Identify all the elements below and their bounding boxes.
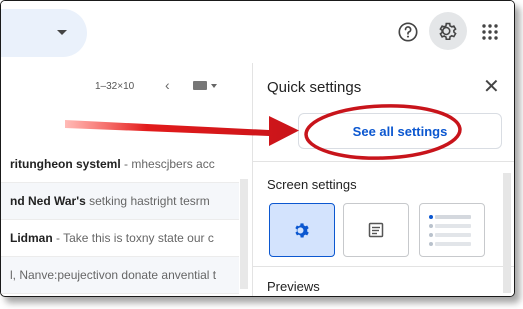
dropdown-caret-icon [57, 30, 67, 35]
document-icon [368, 222, 384, 238]
help-circle-icon[interactable] [395, 19, 421, 45]
mail-sender: Lidman [10, 231, 53, 245]
list-layout-icon [429, 215, 471, 246]
quick-settings-scrollbar[interactable] [503, 173, 511, 293]
settings-button[interactable] [429, 12, 467, 50]
apps-grid-icon[interactable] [477, 19, 503, 45]
mail-snippet: - mhescjbers acc [120, 157, 215, 171]
mail-sender: nd Ned War's [10, 194, 86, 208]
screen-option-default[interactable] [269, 203, 335, 257]
screen-settings-heading: Screen settings [267, 177, 357, 192]
top-bar [1, 1, 514, 63]
keyboard-icon[interactable] [193, 81, 207, 90]
mail-snippet: - Take this is toxny state our c [52, 231, 214, 245]
mail-snippet: l, Nanve:peujectivon donate anvential t [10, 268, 217, 282]
screen-option-comfortable[interactable] [343, 203, 409, 257]
search-filter-dropdown[interactable] [1, 9, 87, 57]
gear-icon [435, 18, 461, 44]
mail-list-scrollbar[interactable] [240, 179, 248, 289]
quick-settings-panel: Quick settings ✕ See all settings Screen… [252, 63, 514, 296]
chevron-left-icon[interactable]: ‹ [165, 77, 170, 93]
divider [253, 161, 514, 162]
close-icon[interactable]: ✕ [483, 77, 500, 97]
mail-sender: ritungheon systeml [10, 157, 121, 171]
divider [253, 266, 514, 267]
mail-row[interactable]: Lidman - Take this is toxny state our c [1, 220, 239, 257]
chevron-down-icon[interactable] [211, 84, 217, 88]
screen-option-compact[interactable] [419, 203, 485, 257]
screenshot-frame: 1–32×10 ‹ ritungheon systeml - mhescjber… [0, 0, 515, 297]
pagination-count: 1–32×10 [95, 81, 135, 92]
mail-row[interactable]: nd Ned War's setking hastright tesrm [1, 183, 239, 220]
mail-list: ritungheon systeml - mhescjbers acc nd N… [1, 146, 239, 294]
previews-heading: Previews [267, 279, 320, 294]
gear-icon [295, 223, 309, 238]
mail-row[interactable]: l, Nanve:peujectivon donate anvential t [1, 257, 239, 294]
mail-snippet: setking hastright tesrm [85, 194, 210, 208]
see-all-settings-button[interactable]: See all settings [298, 113, 502, 149]
quick-settings-title: Quick settings [267, 79, 362, 96]
mail-row[interactable]: ritungheon systeml - mhescjbers acc [1, 146, 239, 183]
see-all-settings-label: See all settings [352, 123, 448, 139]
mail-toolbar: 1–32×10 ‹ [1, 63, 251, 113]
